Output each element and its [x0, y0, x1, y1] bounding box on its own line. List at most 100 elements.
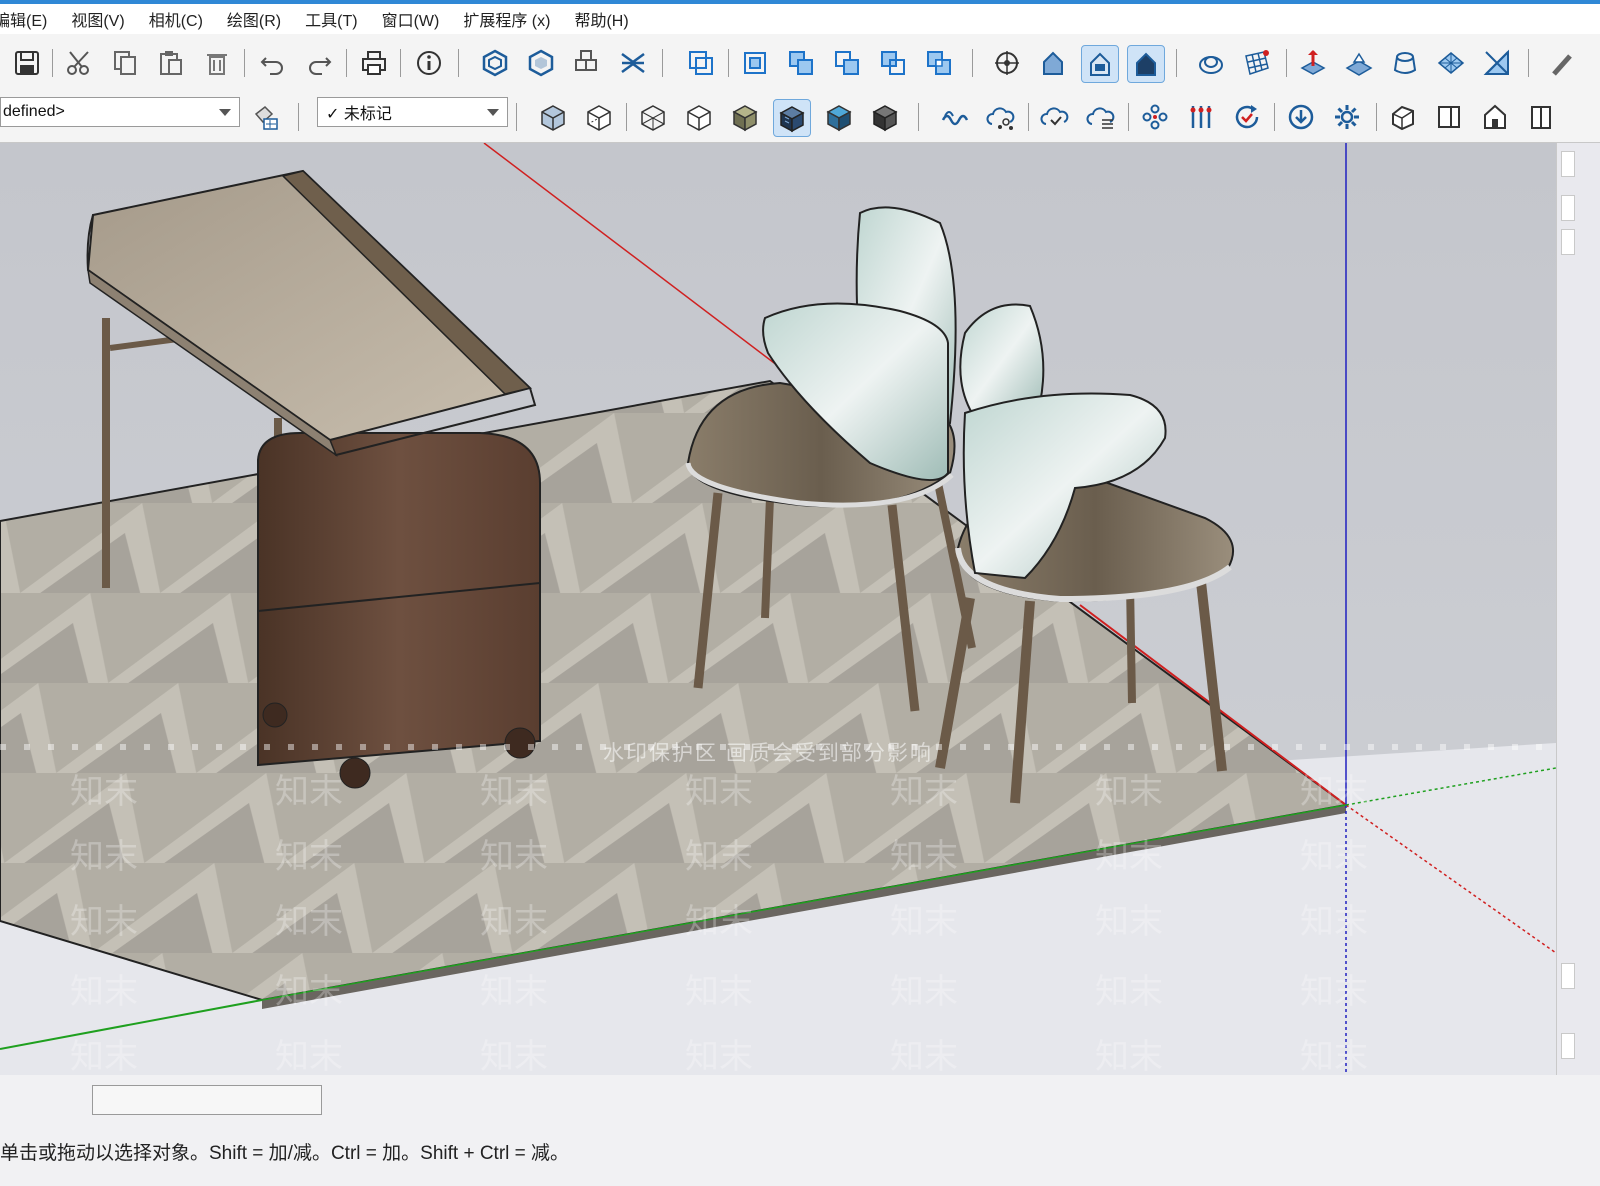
sandbox-add-detail-button[interactable] — [1432, 44, 1470, 82]
wireframe-style-button[interactable] — [634, 98, 672, 136]
svg-text:知末: 知末 — [275, 1037, 343, 1075]
shaded-textures-style-button[interactable] — [773, 99, 811, 137]
save-button[interactable] — [8, 44, 46, 82]
components-3d-warehouse-button[interactable] — [476, 44, 514, 82]
house-top-icon — [1438, 106, 1460, 128]
dynamic-components-button[interactable] — [1136, 98, 1174, 136]
menu-help[interactable]: 帮助(H) — [562, 7, 640, 31]
sandbox-stamp-button[interactable] — [1340, 44, 1378, 82]
warehouse-get-icon — [482, 49, 508, 77]
section-plane-button[interactable] — [1034, 44, 1072, 82]
sandbox-from-scratch-button[interactable] — [1238, 44, 1276, 82]
panel-tab[interactable] — [1561, 195, 1575, 221]
info-icon — [417, 51, 441, 75]
trim-icon — [881, 51, 905, 75]
panel-tab[interactable] — [1561, 151, 1575, 177]
model-info-button[interactable] — [410, 44, 448, 82]
back-edges-style-button[interactable] — [580, 98, 618, 136]
cube-xray-icon — [541, 105, 565, 131]
solid-split-button[interactable] — [920, 44, 958, 82]
component-attributes-button[interactable] — [1228, 98, 1266, 136]
import-button[interactable] — [1282, 98, 1320, 136]
tag-dropdown[interactable]: ✓ 未标记 — [317, 97, 508, 127]
view-front-button[interactable] — [1476, 98, 1514, 136]
cut-button[interactable] — [60, 44, 98, 82]
share-model-button[interactable] — [522, 44, 560, 82]
svg-text:知末: 知末 — [890, 902, 958, 942]
printer-icon — [362, 51, 386, 75]
house-section-icon — [1043, 51, 1063, 75]
svg-text:知末: 知末 — [275, 972, 343, 1012]
menu-edit[interactable]: 编辑(E) — [0, 7, 59, 31]
sandbox-from-contours-button[interactable] — [1192, 44, 1230, 82]
cube-dark-icon — [872, 105, 898, 132]
svg-text:知末: 知末 — [685, 837, 753, 877]
toolbar-separator — [1128, 103, 1129, 131]
style-dropdown[interactable]: defined> — [0, 97, 240, 127]
extension-manager-button[interactable] — [614, 44, 652, 82]
monochrome-style-button[interactable] — [820, 98, 858, 136]
svg-text:知末: 知末 — [890, 772, 958, 812]
cloud-upload-button[interactable] — [1036, 98, 1074, 136]
menu-view[interactable]: 视图(V) — [59, 7, 136, 31]
view-iso-button[interactable] — [1384, 98, 1422, 136]
sandbox-smoove-button[interactable] — [1294, 44, 1332, 82]
undo-button[interactable] — [254, 44, 292, 82]
panel-tab[interactable] — [1561, 229, 1575, 255]
display-section-cuts-button[interactable] — [1127, 45, 1165, 83]
svg-text:知末: 知末 — [1095, 837, 1163, 877]
svg-text:知末: 知末 — [890, 1037, 958, 1075]
panel-tab[interactable] — [1561, 1033, 1575, 1059]
right-panel-strip[interactable] — [1556, 143, 1600, 1075]
cloud-sync-button[interactable] — [936, 98, 974, 136]
component-options-button[interactable] — [1182, 98, 1220, 136]
measurements-field[interactable] — [92, 1085, 322, 1115]
paste-button[interactable] — [152, 44, 190, 82]
watermark-text: 水印保护区 画质会受到部分影响 — [603, 742, 933, 765]
delete-button[interactable] — [198, 44, 236, 82]
copy-button[interactable] — [106, 44, 144, 82]
settings-button[interactable] — [1328, 98, 1366, 136]
sandbox-drape-button[interactable] — [1386, 44, 1424, 82]
status-bar: 单击或拖动以选择对象。Shift = 加/减。Ctrl = 加。Shift + … — [0, 1075, 1600, 1186]
drawer-cabinet — [257, 432, 541, 767]
solid-union-button[interactable] — [782, 44, 820, 82]
orbit-button[interactable] — [988, 44, 1026, 82]
paint-style-button[interactable] — [246, 98, 284, 136]
redo-button[interactable] — [300, 44, 338, 82]
svg-text:知末: 知末 — [1095, 1037, 1163, 1075]
cloud-share-button[interactable] — [982, 98, 1020, 136]
menu-window[interactable]: 窗口(W) — [370, 7, 452, 31]
menu-draw[interactable]: 绘图(R) — [215, 7, 293, 31]
view-right-button[interactable] — [1522, 98, 1560, 136]
hidden-line-style-button[interactable] — [680, 98, 718, 136]
solid-subtract-button[interactable] — [828, 44, 866, 82]
drape-icon — [1393, 52, 1417, 74]
extension-warehouse-button[interactable] — [568, 44, 606, 82]
model-viewport[interactable]: 知末 知末 知末 知末 知末 知末 知末 知末 知末 知末 知末 知末 知末 知… — [0, 143, 1556, 1075]
panel-tab[interactable] — [1561, 963, 1575, 989]
toolbar-separator — [1176, 49, 1177, 77]
status-hint: 单击或拖动以选择对象。Shift = 加/减。Ctrl = 加。Shift + … — [0, 1143, 570, 1164]
display-section-planes-button[interactable] — [1081, 45, 1119, 83]
print-button[interactable] — [355, 44, 393, 82]
dark-style-button[interactable] — [866, 98, 904, 136]
solid-outer-shell-button[interactable] — [682, 44, 720, 82]
xray-style-button[interactable] — [534, 98, 572, 136]
menu-extensions[interactable]: 扩展程序 (x) — [451, 7, 562, 31]
view-top-button[interactable] — [1430, 98, 1468, 136]
solid-trim-button[interactable] — [874, 44, 912, 82]
union-icon — [789, 51, 813, 75]
sandbox-flip-edge-button[interactable] — [1478, 44, 1516, 82]
menu-tools[interactable]: 工具(T) — [293, 7, 369, 31]
cloud-list-button[interactable] — [1082, 98, 1120, 136]
section-display-icon — [1090, 52, 1110, 76]
solid-intersect-button[interactable] — [736, 44, 774, 82]
shaded-style-button[interactable] — [726, 98, 764, 136]
toolbar-separator — [400, 49, 401, 77]
pencil-icon — [1552, 54, 1572, 76]
overflow-tool-button[interactable] — [1540, 44, 1578, 82]
menu-camera[interactable]: 相机(C) — [137, 7, 215, 31]
toolbar-separator — [728, 49, 729, 77]
toolbar-separator — [458, 49, 459, 77]
